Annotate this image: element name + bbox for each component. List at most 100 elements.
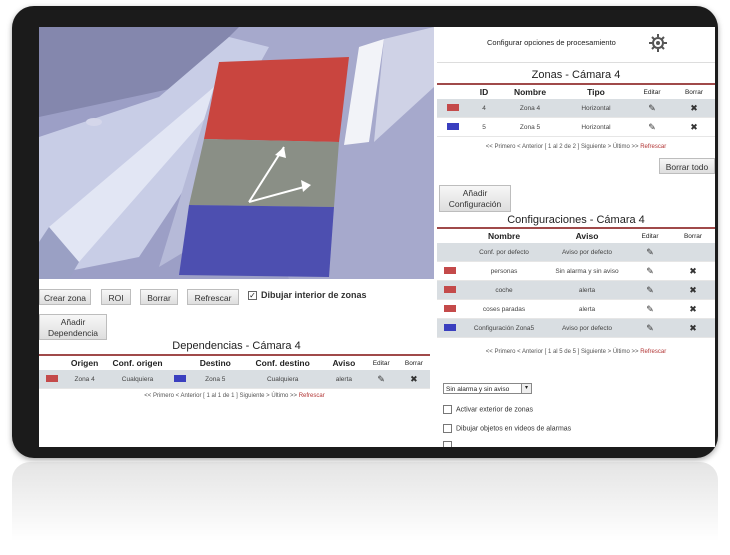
table-row[interactable]: coche alerta ✎ ✖ [437,280,715,300]
configurations-table: Nombre Aviso Editar Borrar Conf. por def… [437,229,715,338]
dependencies-title: Dependencias - Cámara 4 [172,340,301,352]
add-dependency-label-2: Dependencia [47,328,99,338]
delete-icon[interactable]: ✖ [689,266,697,276]
zones-pager: << Primero < Anterior [ 1 al 2 de 2 ] Si… [437,144,715,150]
edit-icon[interactable]: ✎ [646,247,654,257]
camera-image [39,27,434,279]
col-editar: Editar [364,356,398,370]
cell-nombre: personas [463,261,545,281]
edit-icon[interactable]: ✎ [646,285,654,295]
delete-icon[interactable]: ✖ [689,323,697,333]
cell-aviso: alerta [545,299,629,319]
table-row[interactable]: coses paradas alerta ✎ ✖ [437,299,715,319]
cell-destino: Zona 5 [188,370,243,389]
alarm-select-value: Sin alarma y sin aviso [446,386,510,393]
next-option-checkbox-row[interactable] [443,441,456,447]
draw-objects-checkbox[interactable] [443,424,452,433]
dependencies-pager: << Primero < Anterior [ 1 al 1 de 1 ] Si… [39,393,430,399]
zones-title: Zonas - Cámara 4 [531,69,621,81]
cell-nombre: coses paradas [463,299,545,319]
col-tipo: Tipo [561,85,631,99]
monitor-frame: Crear zona ROI Borrar Refrescar ✓ Dibuja… [12,6,718,458]
activate-exterior-option[interactable]: Activar exterior de zonas [443,405,533,414]
zone-color-swatch [447,104,459,112]
cell-nombre: Zona 4 [499,99,561,118]
col-conf-destino: Conf. destino [242,356,324,370]
col-conf-origen: Conf. origen [103,356,172,370]
col-borrar: Borrar [397,356,430,370]
col-aviso: Aviso [323,356,365,370]
add-configuration-button[interactable]: Añadir Configuración [439,185,511,212]
col-editar: Editar [629,229,671,243]
create-zone-button[interactable]: Crear zona [39,289,91,305]
table-row[interactable]: 5 Zona 5 Horizontal ✎ ✖ [437,117,715,137]
draw-interior-label: Dibujar interior de zonas [261,290,367,300]
cell-tipo: Horizontal [561,117,631,137]
col-borrar: Borrar [673,85,715,99]
delete-button[interactable]: Borrar [140,289,178,305]
cell-origen: Zona 4 [65,370,104,389]
edit-icon[interactable]: ✎ [648,122,656,132]
draw-interior-checkbox[interactable]: ✓ [248,291,257,300]
cell-aviso: alerta [323,370,365,389]
cell-nombre: Configuración Zona5 [463,318,545,338]
cell-nombre: Conf. por defecto [463,243,545,262]
center-area [189,139,339,207]
configurations-refresh-link[interactable]: Refrescar [640,349,666,355]
cell-tipo: Horizontal [561,99,631,118]
activate-exterior-label: Activar exterior de zonas [456,406,534,414]
edit-icon[interactable]: ✎ [646,323,654,333]
edit-icon[interactable]: ✎ [646,304,654,314]
add-configuration-label-2: Configuración [448,199,502,209]
zones-pager-nav[interactable]: << Primero < Anterior [ 1 al 2 de 2 ] Si… [486,144,639,150]
add-configuration-label-1: Añadir [462,188,488,198]
destination-color-swatch [174,375,187,383]
processing-options-label: Configurar opciones de procesamiento [487,38,616,47]
cell-id: 4 [469,99,499,118]
delete-icon[interactable]: ✖ [690,122,698,132]
dependencies-refresh-link[interactable]: Refrescar [299,393,325,399]
gear-icon[interactable] [649,34,667,52]
draw-objects-option[interactable]: Dibujar objetos en videos de alarmas [443,424,571,433]
edit-icon[interactable]: ✎ [646,266,654,276]
table-row[interactable]: Configuración Zona5 Aviso por defecto ✎ … [437,318,715,338]
cell-nombre: Zona 5 [499,117,561,137]
configurations-pager: << Primero < Anterior [ 1 al 5 de 5 ] Si… [437,349,715,355]
edit-icon[interactable]: ✎ [377,374,385,384]
dependencies-pager-nav[interactable]: << Primero < Anterior [ 1 al 1 de 1 ] Si… [144,393,297,399]
delete-icon[interactable]: ✖ [690,103,698,113]
alarm-select[interactable]: Sin alarma y sin aviso ▾ [443,383,532,394]
config-color-swatch [444,267,456,275]
configurations-title: Configuraciones - Cámara 4 [507,214,645,226]
next-option-checkbox[interactable] [443,441,452,447]
configurations-pager-nav[interactable]: << Primero < Anterior [ 1 al 5 de 5 ] Si… [486,349,639,355]
divider [437,62,715,63]
screen-reflection [12,462,718,555]
origin-color-swatch [46,375,59,383]
add-dependency-label-1: Añadir [60,317,86,327]
delete-icon[interactable]: ✖ [689,285,697,295]
zone-5-overlay [179,205,334,277]
delete-all-button[interactable]: Borrar todo [659,158,715,174]
camera-view[interactable] [39,27,434,279]
table-row[interactable]: Zona 4 Cualquiera Zona 5 Cualquiera aler… [39,370,430,389]
refresh-button[interactable]: Refrescar [187,289,239,305]
delete-icon[interactable]: ✖ [689,304,697,314]
add-dependency-button[interactable]: Añadir Dependencia [39,314,107,340]
table-row[interactable]: personas Sin alarma y sin aviso ✎ ✖ [437,261,715,281]
config-color-swatch [444,305,456,313]
config-color-swatch [444,324,456,332]
col-nombre: Nombre [463,229,545,243]
config-color-swatch [444,286,456,294]
activate-exterior-checkbox[interactable] [443,405,452,414]
table-row[interactable]: Conf. por defecto Aviso por defecto ✎ [437,243,715,262]
roi-button[interactable]: ROI [101,289,131,305]
delete-icon[interactable]: ✖ [410,374,418,384]
table-row[interactable]: 4 Zona 4 Horizontal ✎ ✖ [437,99,715,118]
cell-conf-destino: Cualquiera [242,370,324,389]
chevron-down-icon: ▾ [521,384,531,393]
cell-id: 5 [469,117,499,137]
edit-icon[interactable]: ✎ [648,103,656,113]
zones-refresh-link[interactable]: Refrescar [640,144,666,150]
processing-options-bar[interactable]: Configurar opciones de procesamiento [437,27,715,61]
